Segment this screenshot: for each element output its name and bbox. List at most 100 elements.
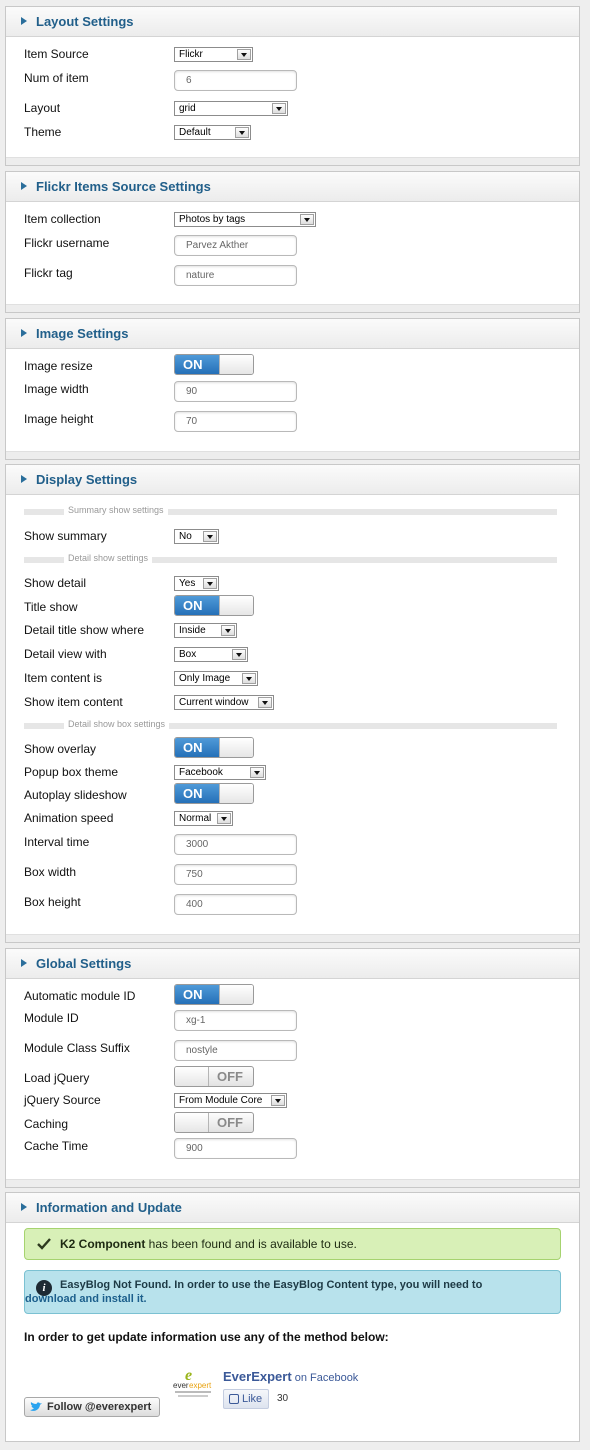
layout-settings-panel: Layout Settings Item Source Flickr Num o… xyxy=(5,6,580,166)
view-with-label: Detail view with xyxy=(24,647,107,661)
chevron-down-icon xyxy=(250,767,264,778)
select-value: Only Image xyxy=(179,673,231,684)
twitter-follow-button[interactable]: Follow @everexpert xyxy=(24,1397,160,1417)
layout-select[interactable]: grid xyxy=(174,101,288,116)
image-width-input[interactable]: 90 xyxy=(174,381,297,402)
flickr-tag-input[interactable]: nature xyxy=(174,265,297,286)
select-value: Flickr xyxy=(179,49,203,60)
interval-input[interactable]: 3000 xyxy=(174,834,297,855)
module-id-input[interactable]: xg-1 xyxy=(174,1010,297,1031)
toggle-state: OFF xyxy=(217,1069,243,1084)
panel-header[interactable]: Information and Update xyxy=(6,1193,579,1223)
svg-text:expert: expert xyxy=(189,1381,212,1390)
chevron-down-icon xyxy=(221,625,235,636)
toggle-knob xyxy=(175,1067,209,1086)
content-is-select[interactable]: Only Image xyxy=(174,671,258,686)
section-header: Detail show settings xyxy=(64,553,153,563)
toggle-state: ON xyxy=(175,738,220,757)
panel-header[interactable]: Image Settings xyxy=(6,319,579,349)
show-summary-select[interactable]: No xyxy=(174,529,219,544)
svg-text:ever: ever xyxy=(173,1381,189,1390)
autoplay-label: Autoplay slideshow xyxy=(24,788,127,802)
panel-header[interactable]: Flickr Items Source Settings xyxy=(6,172,579,202)
expand-arrow-icon xyxy=(21,17,27,25)
show-content-label: Show item content xyxy=(24,695,123,709)
item-collection-select[interactable]: Photos by tags xyxy=(174,212,316,227)
show-overlay-toggle[interactable]: ON xyxy=(174,737,254,758)
jquery-source-select[interactable]: From Module Core xyxy=(174,1093,287,1108)
chevron-down-icon xyxy=(237,49,251,60)
chevron-down-icon xyxy=(271,1095,285,1106)
class-suffix-input[interactable]: nostyle xyxy=(174,1040,297,1061)
image-width-label: Image width xyxy=(24,382,89,396)
facebook-like-button[interactable]: Like xyxy=(223,1389,269,1409)
item-source-label: Item Source xyxy=(24,47,89,61)
title-where-label: Detail title show where xyxy=(24,623,145,637)
load-jquery-toggle[interactable]: OFF xyxy=(174,1066,254,1087)
thumbs-up-icon xyxy=(229,1394,239,1404)
facebook-page-name[interactable]: EverExpert on Facebook xyxy=(223,1369,358,1384)
panel-title: Display Settings xyxy=(36,472,138,487)
flickr-settings-panel: Flickr Items Source Settings Item collec… xyxy=(5,171,580,313)
box-height-label: Box height xyxy=(24,895,81,909)
flickr-tag-label: Flickr tag xyxy=(24,266,73,280)
box-width-label: Box width xyxy=(24,865,77,879)
title-where-select[interactable]: Inside xyxy=(174,623,237,638)
panel-title: Information and Update xyxy=(36,1200,182,1215)
chevron-down-icon xyxy=(242,673,256,684)
panel-footer xyxy=(6,157,579,165)
anim-speed-label: Animation speed xyxy=(24,811,114,825)
caching-toggle[interactable]: OFF xyxy=(174,1112,254,1133)
chevron-down-icon xyxy=(217,813,231,824)
chevron-down-icon xyxy=(272,103,286,114)
fb-page-title: EverExpert xyxy=(223,1369,292,1384)
toggle-knob xyxy=(219,738,253,757)
view-with-select[interactable]: Box xyxy=(174,647,248,662)
update-methods-text: In order to get update information use a… xyxy=(24,1330,389,1344)
select-value: Normal xyxy=(179,813,212,824)
auto-id-toggle[interactable]: ON xyxy=(174,984,254,1005)
easyblog-message-text: EasyBlog Not Found. In order to use the … xyxy=(60,1279,483,1291)
theme-select[interactable]: Default xyxy=(174,125,251,140)
popup-theme-select[interactable]: Facebook xyxy=(174,765,266,780)
download-install-link[interactable]: download and install it. xyxy=(25,1293,147,1305)
autoplay-toggle[interactable]: ON xyxy=(174,783,254,804)
expand-arrow-icon xyxy=(21,1203,27,1211)
item-collection-label: Item collection xyxy=(24,212,101,226)
panel-footer xyxy=(6,934,579,942)
panel-header[interactable]: Global Settings xyxy=(6,949,579,979)
image-height-input[interactable]: 70 xyxy=(174,411,297,432)
num-item-input[interactable]: 6 xyxy=(174,70,297,91)
summary-section-divider: Summary show settings xyxy=(24,505,557,515)
show-content-select[interactable]: Current window xyxy=(174,695,274,710)
chevron-down-icon xyxy=(232,649,246,660)
show-summary-label: Show summary xyxy=(24,529,107,543)
like-count: 30 xyxy=(277,1393,289,1404)
select-value: Inside xyxy=(179,625,206,636)
show-detail-select[interactable]: Yes xyxy=(174,576,219,591)
class-suffix-label: Module Class Suffix xyxy=(24,1041,130,1055)
easyblog-info-message: i EasyBlog Not Found. In order to use th… xyxy=(24,1270,561,1314)
title-show-toggle[interactable]: ON xyxy=(174,595,254,616)
chevron-down-icon xyxy=(300,214,314,225)
item-source-select[interactable]: Flickr xyxy=(174,47,253,62)
image-resize-toggle[interactable]: ON xyxy=(174,354,254,375)
box-height-input[interactable]: 400 xyxy=(174,894,297,915)
flickr-username-label: Flickr username xyxy=(24,236,110,250)
image-settings-panel: Image Settings Image resize ON Image wid… xyxy=(5,318,580,460)
select-value: grid xyxy=(179,103,196,114)
k2-name: K2 Component xyxy=(60,1237,146,1251)
num-item-label: Num of item xyxy=(24,71,89,85)
select-value: From Module Core xyxy=(179,1095,263,1106)
panel-header[interactable]: Layout Settings xyxy=(6,7,579,37)
flickr-username-input[interactable]: Parvez Akther xyxy=(174,235,297,256)
anim-speed-select[interactable]: Normal xyxy=(174,811,233,826)
cache-time-input[interactable]: 900 xyxy=(174,1138,297,1159)
toggle-state: ON xyxy=(175,784,220,803)
panel-header[interactable]: Display Settings xyxy=(6,465,579,495)
like-label: Like xyxy=(242,1393,263,1405)
section-header: Detail show box settings xyxy=(64,719,170,729)
chevron-down-icon xyxy=(203,531,217,542)
select-value: Default xyxy=(179,127,211,138)
box-width-input[interactable]: 750 xyxy=(174,864,297,885)
